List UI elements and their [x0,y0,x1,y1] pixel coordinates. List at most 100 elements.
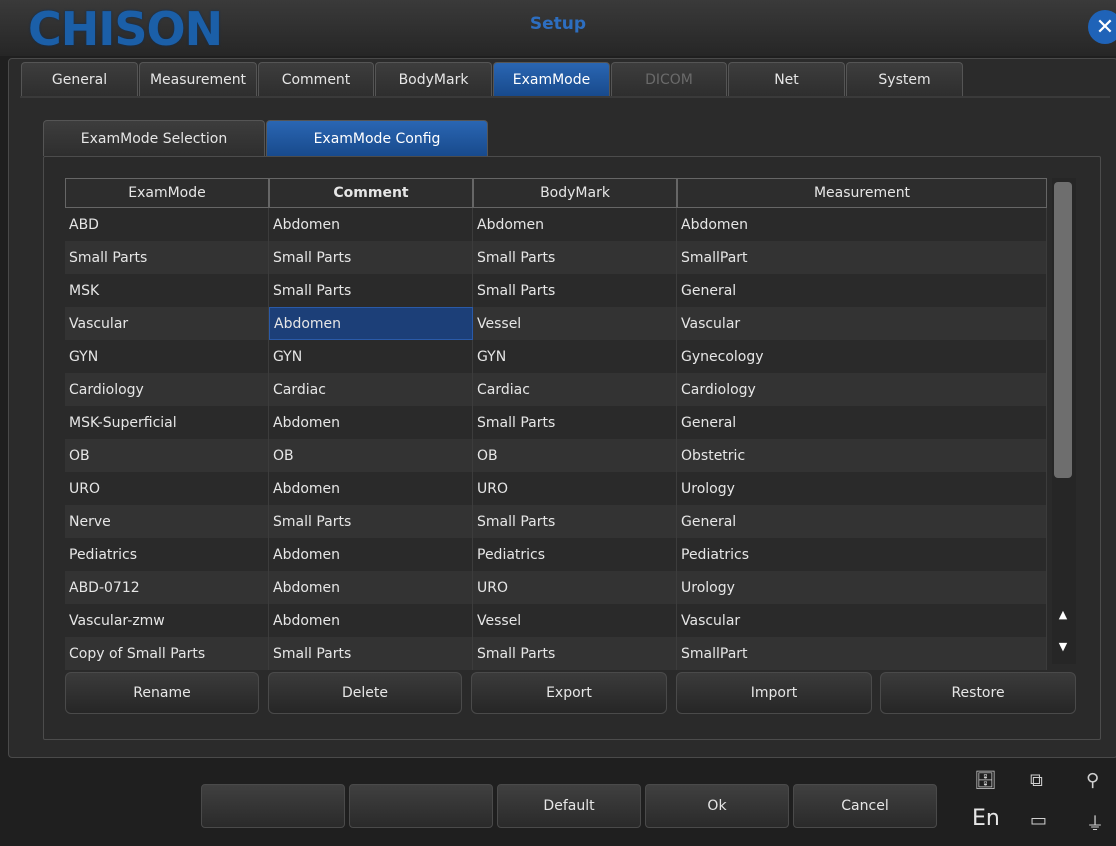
default-button[interactable]: Default [497,784,641,828]
ok-button[interactable]: Ok [645,784,789,828]
cell-exammode[interactable]: Small Parts [65,241,269,274]
table-row[interactable]: Small Parts Small Parts Small Parts SmallPa… [65,241,1047,274]
table-row[interactable]: Vascular Abdomen Vessel Vascular [65,307,1047,340]
cell-comment[interactable]: Abdomen [269,307,473,340]
subtab-exammode-selection[interactable]: ExamMode Selection [43,120,265,156]
column-header-bodymark[interactable]: BodyMark [473,178,677,208]
blank-button-1[interactable] [201,784,345,828]
cell-comment[interactable]: Abdomen [269,472,473,505]
cell-exammode[interactable]: ABD-0712 [65,571,269,604]
cell-measurement[interactable]: Urology [677,472,1047,505]
cell-comment[interactable]: Abdomen [269,604,473,637]
cell-measurement[interactable]: SmallPart [677,637,1047,670]
cell-measurement[interactable]: Obstetric [677,439,1047,472]
cancel-button[interactable]: Cancel [793,784,937,828]
cell-bodymark[interactable]: Small Parts [473,637,677,670]
cell-exammode[interactable]: MSK [65,274,269,307]
tab-comment[interactable]: Comment [258,62,374,96]
close-icon[interactable]: ✕ [1088,10,1116,44]
cell-comment[interactable]: Small Parts [269,241,473,274]
cell-measurement[interactable]: General [677,406,1047,439]
delete-button[interactable]: Delete [268,672,462,714]
cell-bodymark[interactable]: Small Parts [473,241,677,274]
cell-bodymark[interactable]: Vessel [473,604,677,637]
subtab-exammode-config[interactable]: ExamMode Config [266,120,488,156]
cell-measurement[interactable]: Urology [677,571,1047,604]
cell-exammode[interactable]: Nerve [65,505,269,538]
storage-icon: 🗄 [974,770,997,791]
table-row[interactable]: Pediatrics Abdomen Pediatrics Pediatrics [65,538,1047,571]
column-header-comment[interactable]: Comment [269,178,473,208]
cell-measurement[interactable]: SmallPart [677,241,1047,274]
table-row[interactable]: ABD-0712 Abdomen URO Urology [65,571,1047,604]
cell-exammode[interactable]: URO [65,472,269,505]
cell-bodymark[interactable]: Cardiac [473,373,677,406]
tab-system[interactable]: System [846,62,963,96]
blank-button-2[interactable] [349,784,493,828]
table-row[interactable]: GYN GYN GYN Gynecology [65,340,1047,373]
cell-bodymark[interactable]: Vessel [473,307,677,340]
export-button[interactable]: Export [471,672,667,714]
tab-measurement[interactable]: Measurement [139,62,257,96]
tab-net[interactable]: Net [728,62,845,96]
table-row[interactable]: MSK-Superficial Abdomen Small Parts General [65,406,1047,439]
import-button[interactable]: Import [676,672,872,714]
cell-exammode[interactable]: Cardiology [65,373,269,406]
cell-exammode[interactable]: Copy of Small Parts [65,637,269,670]
cell-exammode[interactable]: Pediatrics [65,538,269,571]
table-row[interactable]: MSK Small Parts Small Parts General [65,274,1047,307]
cell-bodymark[interactable]: Abdomen [473,208,677,241]
cell-comment[interactable]: Abdomen [269,538,473,571]
table-row[interactable]: Copy of Small Parts Small Parts Small Part… [65,637,1047,670]
cell-bodymark[interactable]: GYN [473,340,677,373]
table-row[interactable]: URO Abdomen URO Urology [65,472,1047,505]
cell-bodymark[interactable]: URO [473,571,677,604]
scrollbar-thumb[interactable] [1054,182,1072,478]
scroll-up-icon[interactable]: ▲ [1054,604,1072,624]
cell-bodymark[interactable]: Small Parts [473,406,677,439]
cell-comment[interactable]: OB [269,439,473,472]
rename-button[interactable]: Rename [65,672,259,714]
table-row[interactable]: ABD Abdomen Abdomen Abdomen [65,208,1047,241]
cell-bodymark[interactable]: Small Parts [473,274,677,307]
cell-exammode[interactable]: ABD [65,208,269,241]
cell-comment[interactable]: Abdomen [269,571,473,604]
table-row[interactable]: Cardiology Cardiac Cardiac Cardiology [65,373,1047,406]
cell-measurement[interactable]: Pediatrics [677,538,1047,571]
column-header-measurement[interactable]: Measurement [677,178,1047,208]
cell-measurement[interactable]: Gynecology [677,340,1047,373]
tab-dicom: DICOM [611,62,727,96]
restore-button[interactable]: Restore [880,672,1076,714]
column-header-exammode[interactable]: ExamMode [65,178,269,208]
cell-measurement[interactable]: Abdomen [677,208,1047,241]
cell-measurement[interactable]: Vascular [677,604,1047,637]
cell-comment[interactable]: Cardiac [269,373,473,406]
cell-exammode[interactable]: OB [65,439,269,472]
table-row[interactable]: OB OB OB Obstetric [65,439,1047,472]
cell-comment[interactable]: GYN [269,340,473,373]
cell-comment[interactable]: Small Parts [269,274,473,307]
cell-comment[interactable]: Small Parts [269,505,473,538]
scroll-down-icon[interactable]: ▼ [1054,636,1072,656]
cell-measurement[interactable]: General [677,274,1047,307]
cell-measurement[interactable]: Cardiology [677,373,1047,406]
tab-general[interactable]: General [21,62,138,96]
cell-comment[interactable]: Small Parts [269,637,473,670]
cell-exammode[interactable]: GYN [65,340,269,373]
cell-exammode[interactable]: Vascular [65,307,269,340]
cell-comment[interactable]: Abdomen [269,406,473,439]
cell-bodymark[interactable]: URO [473,472,677,505]
cell-measurement[interactable]: General [677,505,1047,538]
cell-exammode[interactable]: Vascular-zmw [65,604,269,637]
cell-bodymark[interactable]: Pediatrics [473,538,677,571]
cell-exammode[interactable]: MSK-Superficial [65,406,269,439]
tab-exammode[interactable]: ExamMode [493,62,610,96]
tab-bodymark[interactable]: BodyMark [375,62,492,96]
window-title: Setup [529,14,587,34]
cell-comment[interactable]: Abdomen [269,208,473,241]
table-row[interactable]: Vascular-zmw Abdomen Vessel Vascular [65,604,1047,637]
cell-measurement[interactable]: Vascular [677,307,1047,340]
cell-bodymark[interactable]: Small Parts [473,505,677,538]
table-row[interactable]: Nerve Small Parts Small Parts General [65,505,1047,538]
cell-bodymark[interactable]: OB [473,439,677,472]
